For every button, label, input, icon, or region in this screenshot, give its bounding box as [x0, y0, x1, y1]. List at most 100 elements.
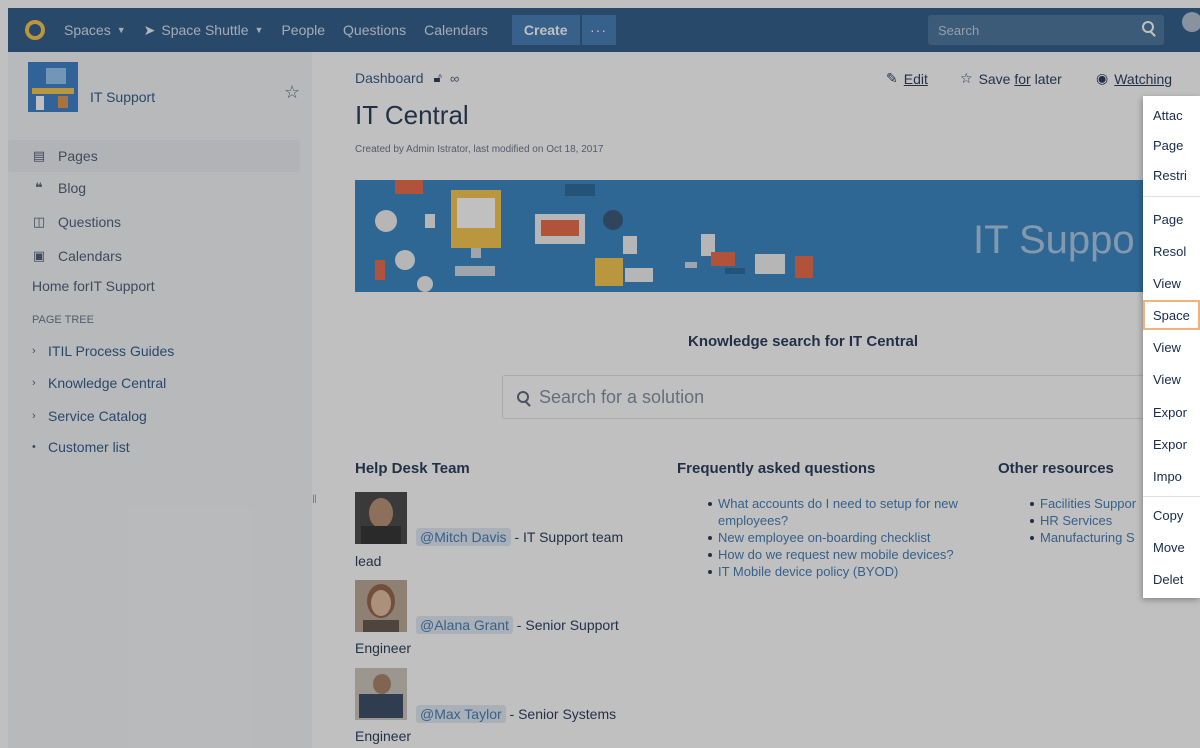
menu-item-copy[interactable]: Copy — [1143, 500, 1200, 530]
star-icon[interactable]: ☆ — [284, 82, 300, 103]
faq-link[interactable]: New employee on-boarding checklist — [706, 529, 976, 546]
resource-link[interactable]: HR Services — [1028, 512, 1143, 529]
other-resources-heading: Other resources — [998, 460, 1114, 477]
sidebar-item-label: Pages — [58, 148, 98, 164]
sidebar-item-questions[interactable]: ◫ Questions — [8, 206, 300, 238]
menu-item-export-word[interactable]: Expor — [1143, 429, 1200, 459]
page-banner-image: IT Suppo — [355, 180, 1200, 292]
sidebar-item-label: Calendars — [58, 248, 122, 264]
menu-item-delete[interactable]: Delet — [1143, 564, 1200, 594]
member-role: - Senior Systems — [505, 706, 617, 722]
team-member-line: @Alana Grant - Senior Support — [416, 616, 619, 634]
menu-item-page-history[interactable]: Page — [1143, 130, 1200, 160]
sidebar-item-label: Blog — [58, 180, 87, 196]
menu-divider — [1143, 196, 1200, 197]
quote-icon: ❝ — [35, 180, 43, 195]
search-icon — [517, 391, 529, 403]
menu-item-view-source[interactable]: View — [1143, 332, 1200, 362]
banner-title: IT Suppo — [973, 218, 1135, 262]
edit-button[interactable]: ✎ Edit — [886, 70, 928, 87]
user-mention[interactable]: @Mitch Davis — [416, 528, 511, 546]
more-create-button[interactable]: ··· — [581, 15, 616, 45]
bullet-icon: • — [32, 441, 36, 453]
menu-item-import[interactable]: Impo — [1143, 461, 1200, 491]
member-role: - IT Support team — [510, 529, 624, 545]
sidebar-item-calendars[interactable]: ▣ Calendars — [8, 240, 300, 272]
avatar — [355, 668, 407, 720]
menu-divider — [1143, 496, 1200, 497]
menu-item-view-in-hierarchy[interactable]: View — [1143, 268, 1200, 298]
save-for-later-button[interactable]: ☆ Save for later — [960, 70, 1062, 87]
chevron-right-icon[interactable]: › — [32, 377, 40, 389]
tree-item-label: ITIL Process Guides — [48, 343, 175, 359]
chevron-right-icon[interactable]: › — [32, 345, 40, 357]
tree-item-service-catalog[interactable]: › Service Catalog — [32, 408, 147, 424]
menu-item-move[interactable]: Move — [1143, 532, 1200, 562]
calendars-link[interactable]: Calendars — [424, 22, 488, 38]
sidebar-item-blog[interactable]: ❝ Blog — [8, 172, 300, 204]
user-mention[interactable]: @Max Taylor — [416, 705, 506, 723]
menu-item-resolved-comments[interactable]: Resol — [1143, 236, 1200, 266]
watching-button[interactable]: ◉ Watching — [1096, 70, 1172, 87]
tree-item-knowledge[interactable]: › Knowledge Central — [32, 375, 166, 391]
questions-link[interactable]: Questions — [343, 22, 406, 38]
member-role-continued: lead — [355, 553, 382, 569]
sidebar-item-pages[interactable]: ▤ Pages — [8, 140, 300, 172]
faq-link[interactable]: IT Mobile device policy (BYOD) — [706, 563, 976, 580]
knowledge-search-placeholder: Search for a solution — [539, 386, 705, 407]
menu-item-restrictions[interactable]: Restri — [1143, 160, 1200, 190]
paperclip-icon[interactable]: ∞ — [450, 71, 459, 86]
spaces-menu-label: Spaces — [64, 22, 111, 38]
space-name-link[interactable]: IT Support — [90, 89, 155, 105]
rocket-icon: ➤ — [143, 21, 156, 38]
breadcrumb: Dashboard 🔓︎ ∞ — [355, 70, 459, 86]
menu-item-attachments[interactable]: Attac — [1143, 100, 1200, 130]
chevron-right-icon[interactable]: › — [32, 410, 40, 422]
faq-link[interactable]: What accounts do I need to setup for new… — [706, 495, 976, 529]
team-member-line: @Mitch Davis - IT Support team — [416, 528, 624, 546]
unlock-icon[interactable]: 🔓︎ — [434, 70, 442, 86]
help-icon[interactable] — [1182, 12, 1200, 32]
page-title: IT Central — [355, 100, 469, 130]
pages-icon: ▤ — [32, 148, 46, 163]
menu-item-space[interactable]: Space — [1143, 300, 1200, 330]
search-icon — [1142, 21, 1154, 33]
tree-item-label: Customer list — [48, 439, 130, 455]
tree-item-itil[interactable]: › ITIL Process Guides — [32, 343, 174, 359]
calendar-icon: ▣ — [32, 248, 46, 263]
tree-item-customer-list[interactable]: • Customer list — [32, 439, 130, 455]
faq-heading: Frequently asked questions — [677, 460, 876, 477]
space-home-link[interactable]: Home forIT Support — [32, 278, 155, 294]
knowledge-search-input[interactable]: Search for a solution — [502, 375, 1162, 419]
tree-item-label: Knowledge Central — [48, 375, 167, 391]
star-icon: ☆ — [960, 70, 973, 86]
watching-label: Watching — [1114, 70, 1173, 87]
avatar — [355, 580, 407, 632]
user-mention[interactable]: @Alana Grant — [416, 616, 513, 634]
knowledge-search-title: Knowledge search for IT Central — [688, 333, 919, 350]
space-logo[interactable] — [28, 62, 78, 112]
breadcrumb-dashboard-link[interactable]: Dashboard — [355, 70, 424, 86]
sidebar-item-label: Questions — [58, 214, 122, 230]
menu-item-export-pdf[interactable]: Expor — [1143, 397, 1200, 427]
page-tree-heading: PAGE TREE — [32, 314, 94, 326]
help-desk-heading: Help Desk Team — [355, 460, 470, 477]
resource-link[interactable]: Facilities Suppor — [1028, 495, 1143, 512]
save-label-pre: Save — [978, 70, 1015, 87]
spaces-menu[interactable]: Spaces ▼ — [64, 22, 126, 38]
faq-link[interactable]: How do we request new mobile devices? — [706, 546, 976, 563]
confluence-logo-icon[interactable] — [22, 17, 48, 43]
search-input[interactable]: Search — [928, 15, 1164, 45]
top-navigation-bar: Spaces ▼ ➤ Space Shuttle ▼ People Questions… — [8, 8, 1200, 52]
team-member-line: @Max Taylor - Senior Systems — [416, 705, 617, 723]
sidebar-resize-handle[interactable]: ‖ — [312, 492, 317, 506]
menu-item-page-info[interactable]: Page — [1143, 204, 1200, 234]
tree-item-label: Service Catalog — [48, 408, 147, 424]
member-role-continued: Engineer — [355, 640, 412, 656]
space-shuttle-menu[interactable]: ➤ Space Shuttle ▼ — [144, 22, 264, 39]
space-shuttle-label: Space Shuttle — [161, 22, 249, 38]
menu-item-view-storage[interactable]: View — [1143, 364, 1200, 394]
resource-link[interactable]: Manufacturing S — [1028, 529, 1143, 546]
create-button[interactable]: Create — [511, 15, 580, 45]
people-link[interactable]: People — [281, 22, 325, 38]
